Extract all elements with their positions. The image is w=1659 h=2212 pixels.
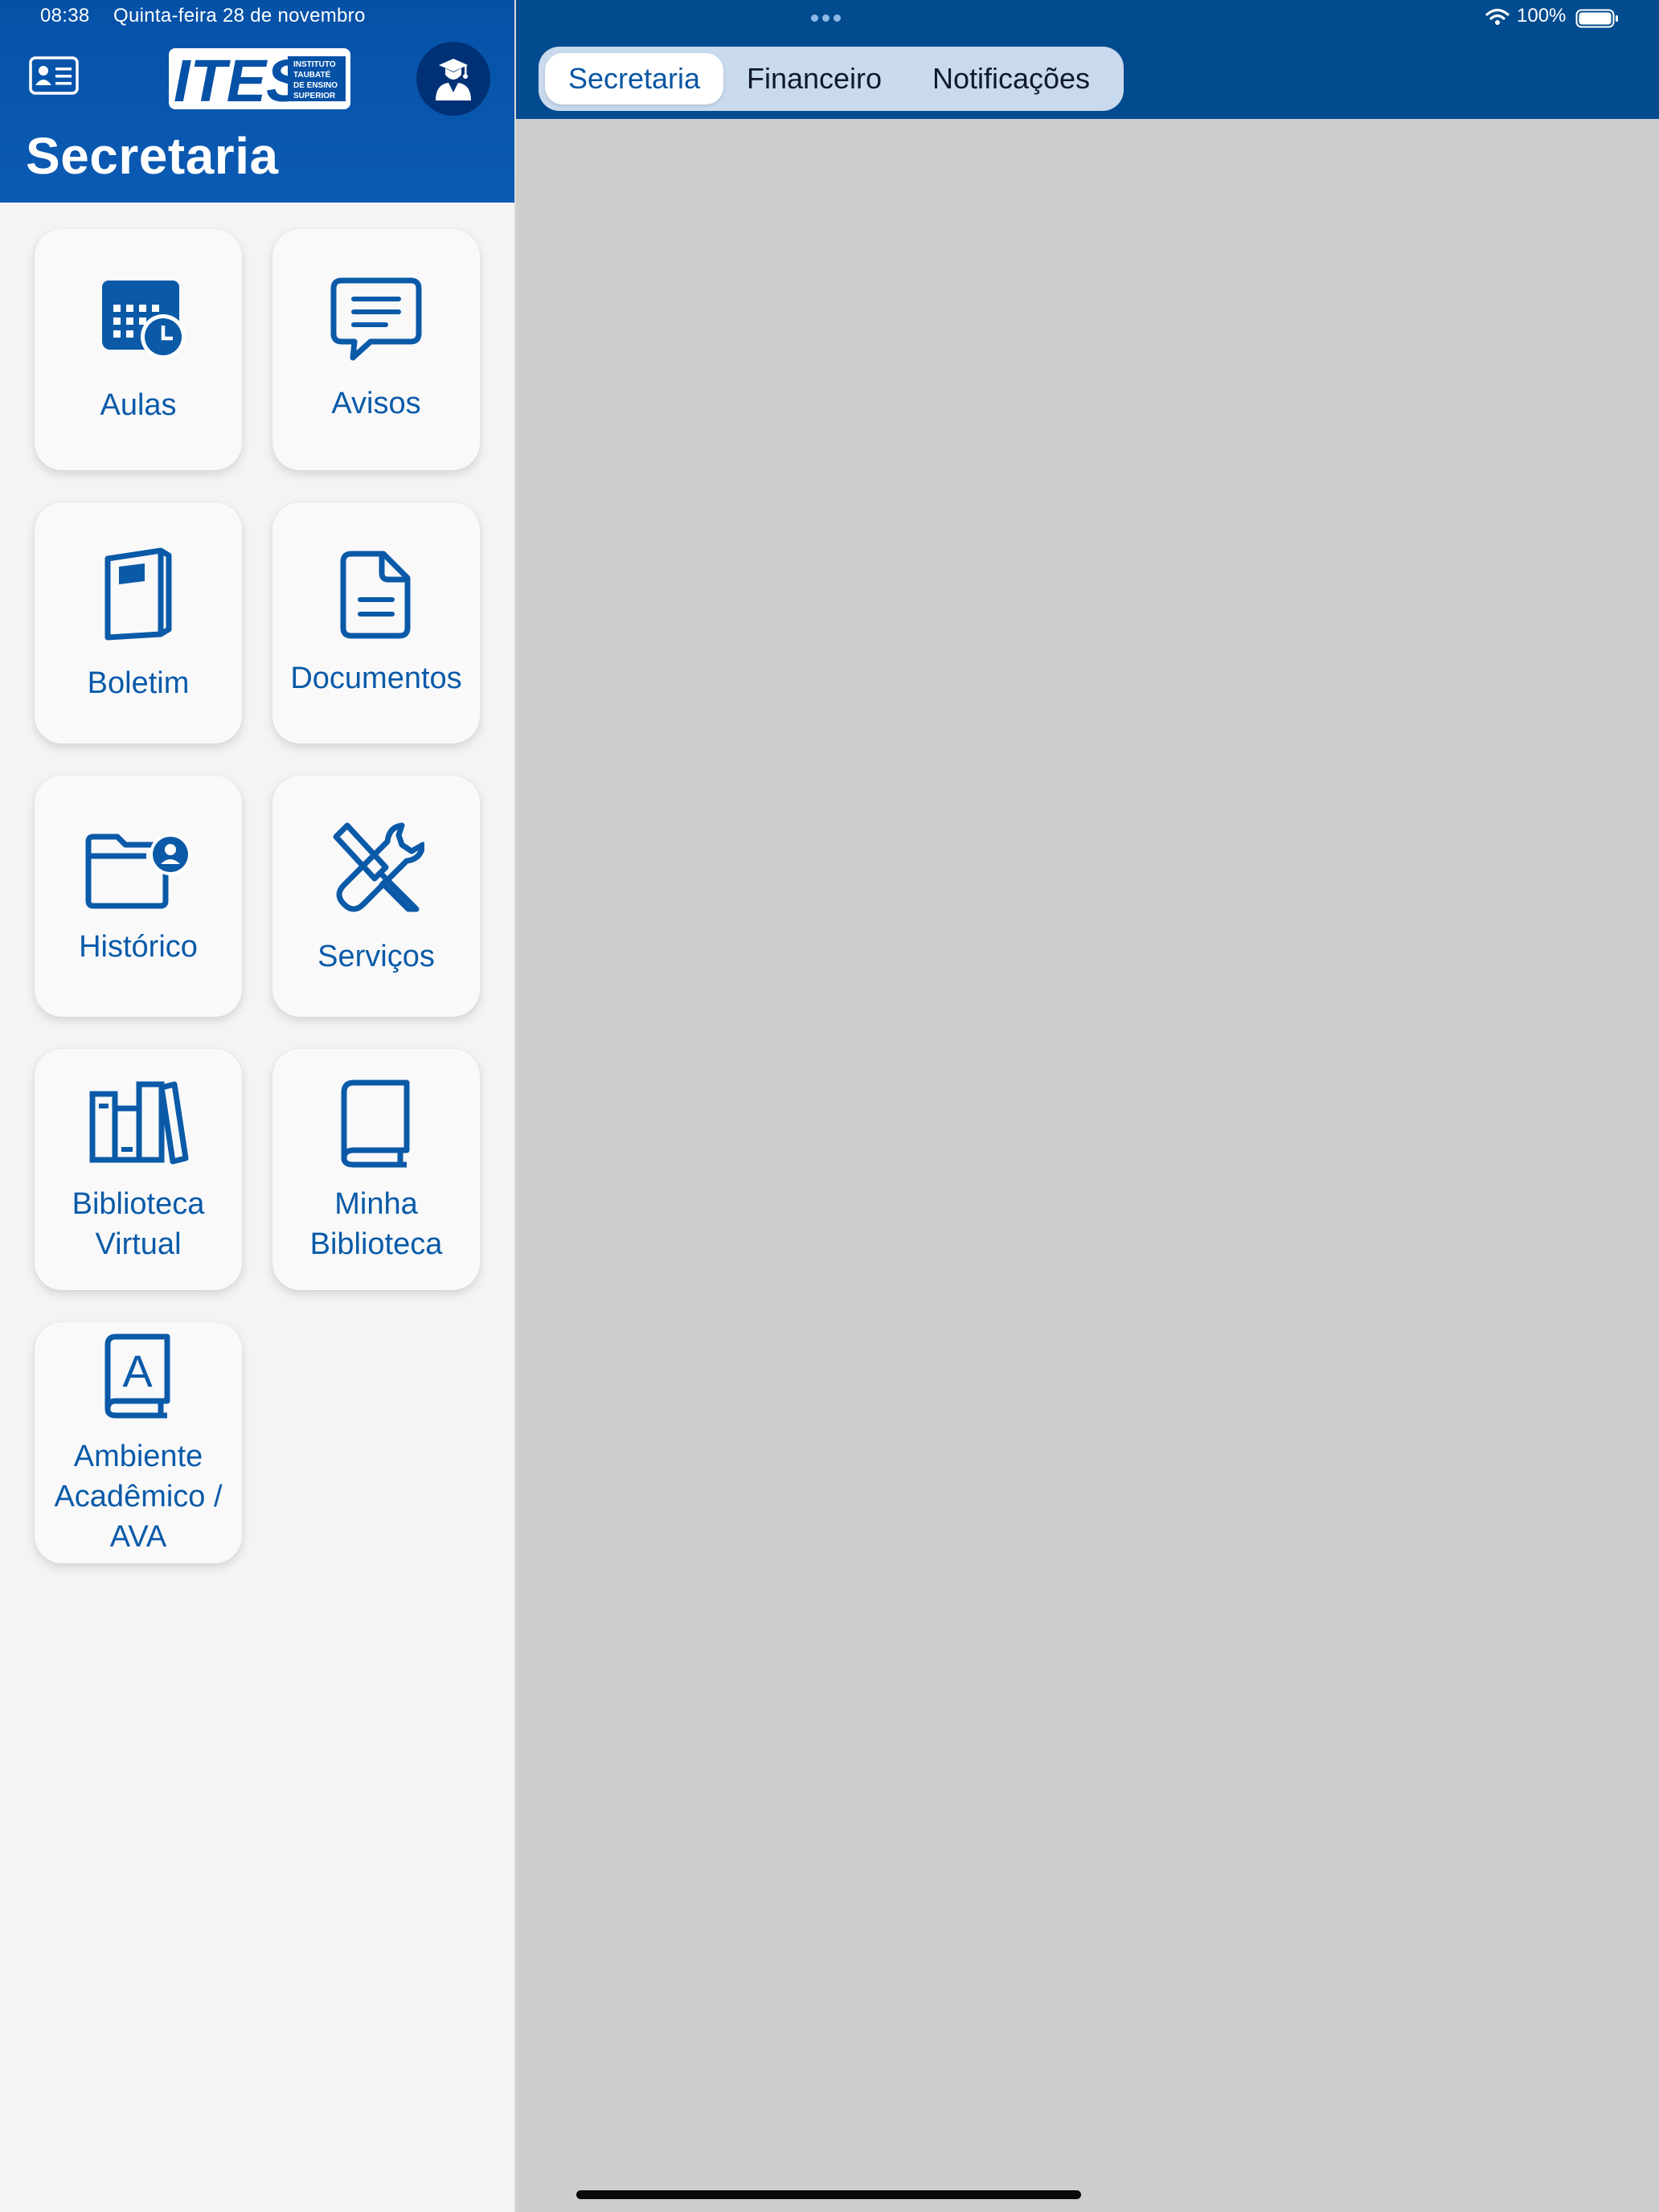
tile-label: Boletim xyxy=(87,666,190,700)
svg-text:DE ENSINO: DE ENSINO xyxy=(293,81,338,90)
page-title: Secretaria xyxy=(26,127,279,185)
sidebar: 08:38 Quinta-feira 28 de novembro ITES I… xyxy=(0,0,514,2212)
graduate-icon xyxy=(436,59,471,100)
logo-text: ITES xyxy=(174,47,305,111)
battery-icon xyxy=(1575,9,1618,28)
book-icon xyxy=(341,1079,410,1168)
folder-user-icon xyxy=(85,834,191,909)
tab-secretaria[interactable]: Secretaria xyxy=(545,53,723,104)
multitasking-dots[interactable] xyxy=(811,14,841,22)
status-time: 08:38 xyxy=(40,5,90,27)
profile-button[interactable] xyxy=(416,42,490,116)
wifi-icon xyxy=(1485,8,1509,25)
tile-label: Avisos xyxy=(331,387,421,420)
battery-percent: 100% xyxy=(1517,5,1567,27)
tile-label: Biblioteca Virtual xyxy=(72,1187,205,1261)
tile-label: Documentos xyxy=(290,662,462,695)
tile-aulas[interactable]: Aulas xyxy=(35,229,242,470)
tile-minha-biblioteca[interactable]: Minha Biblioteca xyxy=(272,1049,480,1290)
tile-label: Histórico xyxy=(79,930,198,964)
tab-financeiro[interactable]: Financeiro xyxy=(727,53,902,104)
svg-text:A: A xyxy=(122,1346,153,1396)
detail-pane: 100% Secretaria Financeiro Notificações xyxy=(516,0,1659,2212)
svg-text:SUPERIOR: SUPERIOR xyxy=(293,92,336,100)
notebook-icon xyxy=(104,547,172,641)
svg-text:TAUBATÉ: TAUBATÉ xyxy=(293,69,331,80)
tile-label: Ambiente Acadêmico / AVA xyxy=(54,1440,223,1554)
svg-text:INSTITUTO: INSTITUTO xyxy=(293,60,336,69)
tile-label: Aulas xyxy=(100,388,177,422)
bookshelf-icon xyxy=(89,1081,189,1165)
tile-servicos[interactable]: Serviços xyxy=(272,776,480,1017)
tile-boletim[interactable]: Boletim xyxy=(35,502,242,743)
tile-label: Minha Biblioteca xyxy=(309,1187,443,1261)
tile-avisos[interactable]: Avisos xyxy=(272,229,480,470)
tile-ambiente-academico[interactable]: A Ambiente Acadêmico / AVA xyxy=(35,1322,242,1563)
segmented-control: Secretaria Financeiro Notificações xyxy=(539,47,1124,111)
contact-card-icon xyxy=(29,56,79,95)
document-icon xyxy=(340,551,411,639)
status-date: Quinta-feira 28 de novembro xyxy=(113,5,366,27)
tools-icon xyxy=(333,822,424,912)
book-letter-icon: A xyxy=(104,1333,170,1419)
home-indicator[interactable] xyxy=(576,2190,1081,2199)
detail-header: 100% Secretaria Financeiro Notificações xyxy=(516,0,1659,119)
ites-logo: ITES INSTITUTO TAUBATÉ DE ENSINO SUPERIO… xyxy=(169,47,350,114)
tile-biblioteca-virtual[interactable]: Biblioteca Virtual xyxy=(35,1049,242,1290)
contact-card-button[interactable] xyxy=(29,56,79,96)
tile-label: Serviços xyxy=(317,940,435,973)
tile-documentos[interactable]: Documentos xyxy=(272,502,480,743)
calendar-clock-icon xyxy=(102,281,186,359)
tab-notificacoes[interactable]: Notificações xyxy=(905,53,1117,104)
message-bubble-icon xyxy=(330,277,422,361)
sidebar-header: 08:38 Quinta-feira 28 de novembro ITES I… xyxy=(0,0,514,203)
tile-historico[interactable]: Histórico xyxy=(35,776,242,1017)
